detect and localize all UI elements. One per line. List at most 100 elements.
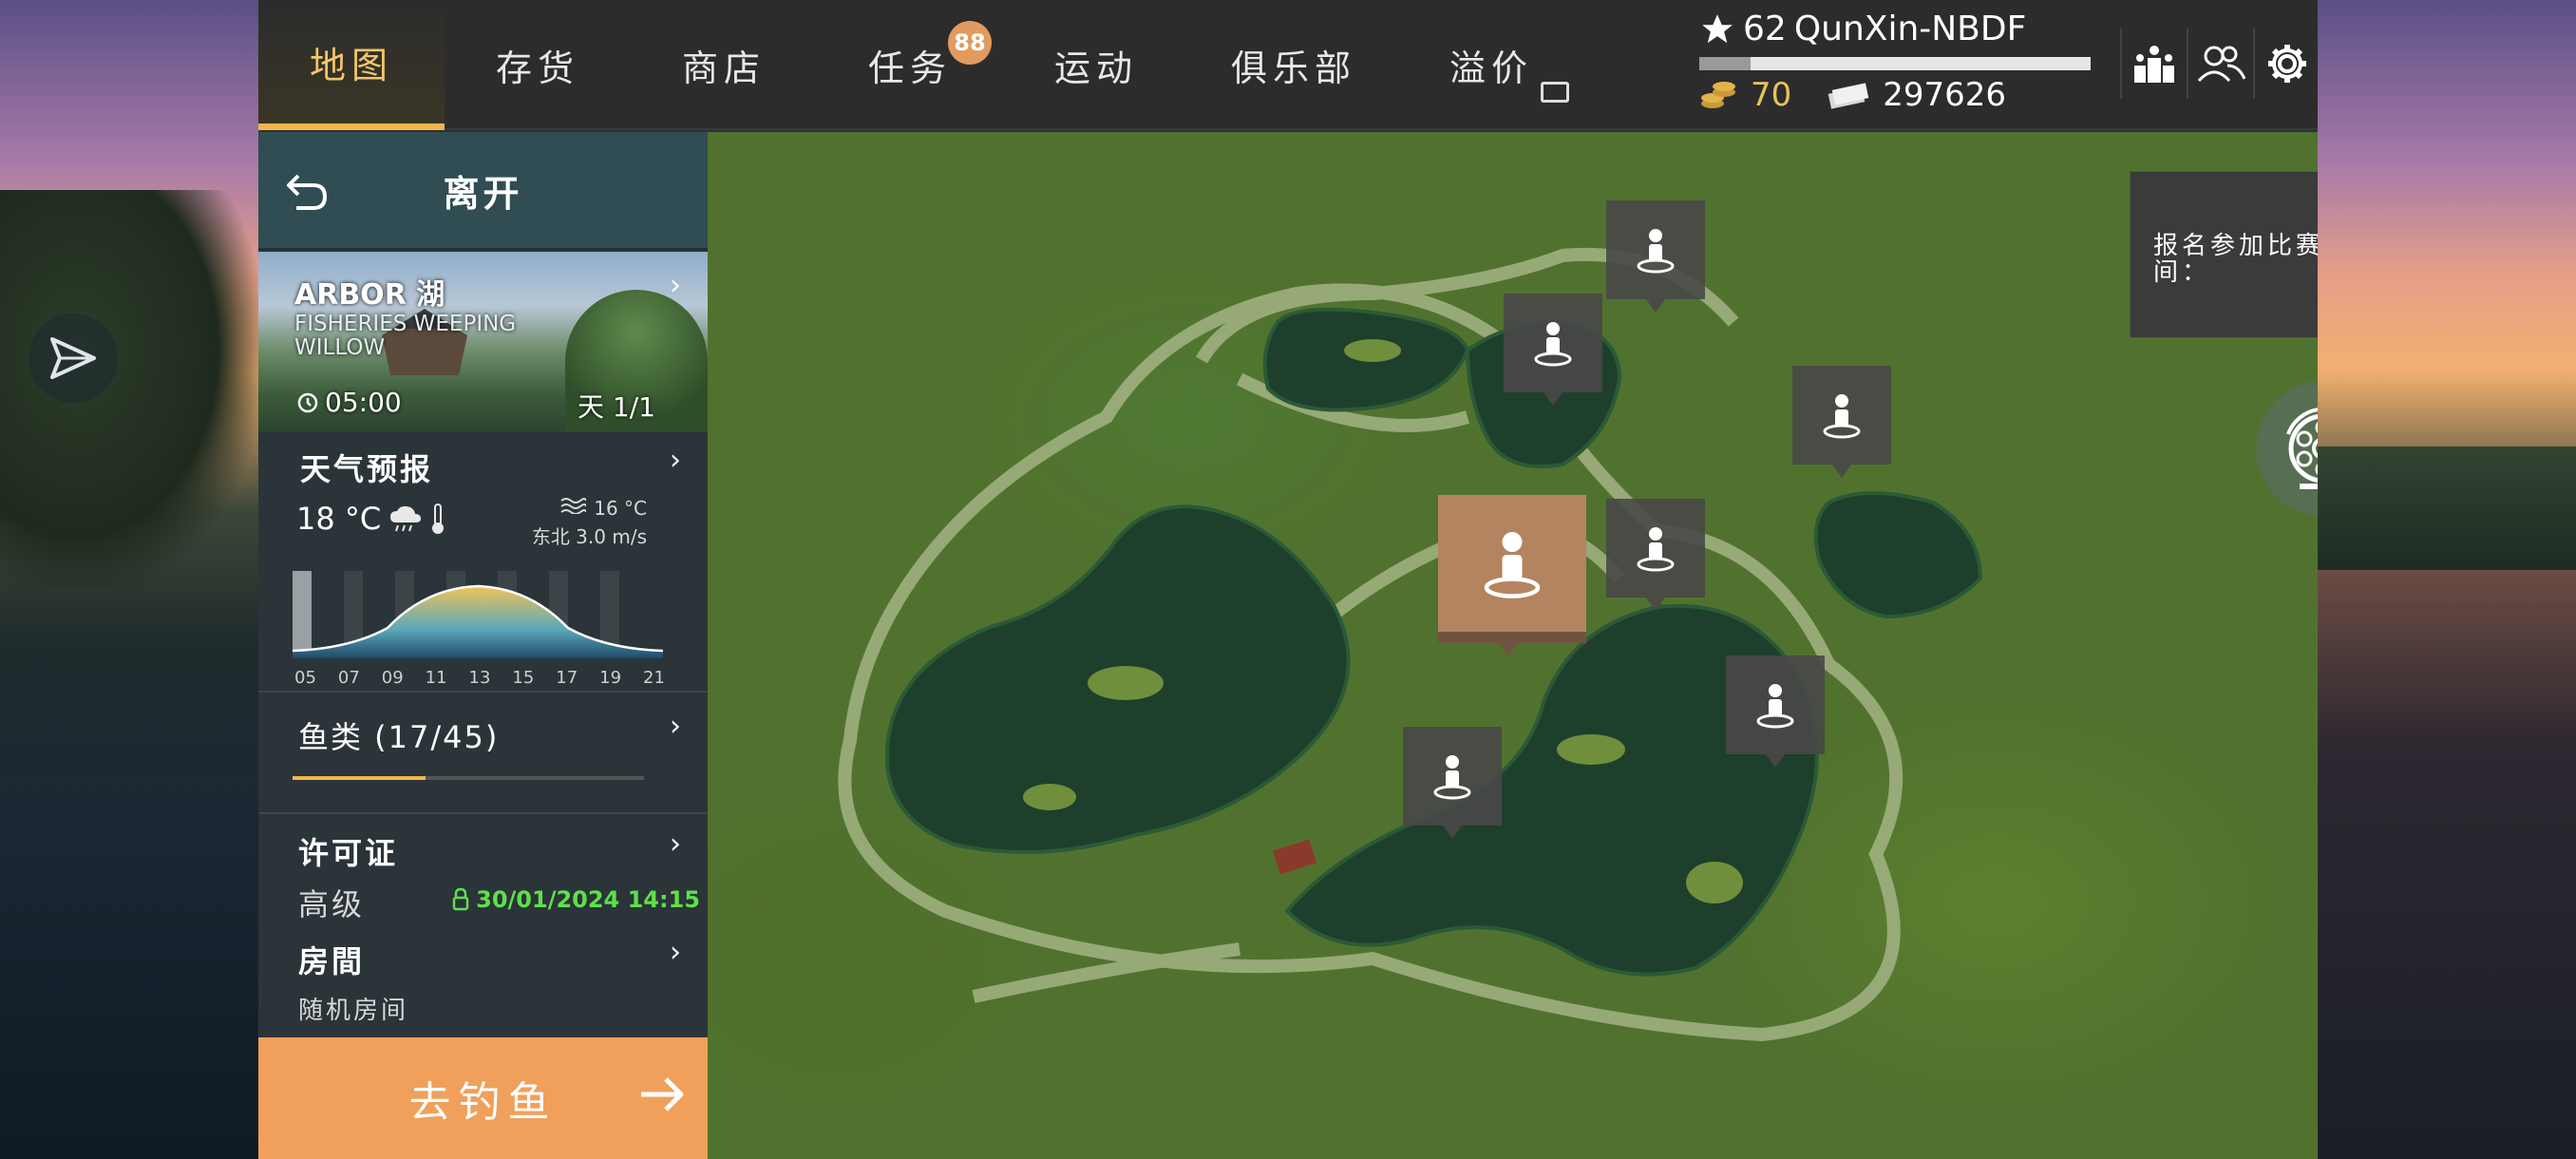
lake-time: 05:00: [296, 387, 402, 418]
license-expiry: 30/01/2024 14:15: [451, 886, 700, 913]
license-level: 高级: [298, 886, 366, 922]
water-temp-value: 16 °C: [594, 497, 647, 520]
selected-fishing-spot-marker[interactable]: [1438, 495, 1586, 656]
clock-icon: [297, 392, 318, 412]
tab-premium-label: 溢价: [1449, 48, 1533, 89]
cash-icon: [1828, 83, 1869, 109]
wind-info: 东北 3.0 m/s: [531, 525, 647, 548]
room-section[interactable]: 房間 › 随机房间: [258, 928, 708, 1033]
person-location-icon: [1484, 532, 1541, 598]
person-location-icon: [1823, 394, 1861, 439]
leaderboard-button[interactable]: [2120, 28, 2187, 99]
tab-sport[interactable]: 运动: [1003, 0, 1189, 130]
leaderboard-icon: [2134, 46, 2174, 83]
video-icon: [1541, 82, 1569, 103]
settings-button[interactable]: [2253, 28, 2320, 99]
go-fishing-button[interactable]: 去钓鱼: [258, 1037, 708, 1159]
daylight-temperature-graph: [293, 571, 663, 658]
air-temp-value: 18 °C: [296, 501, 382, 537]
leave-button[interactable]: 离开: [258, 132, 708, 250]
xp-progress-bar: [1699, 57, 2091, 70]
chevron-right-icon: ›: [670, 710, 681, 743]
chevron-right-icon: ›: [670, 827, 681, 861]
tab-premium[interactable]: 溢价: [1398, 0, 1584, 130]
chevron-right-icon: ›: [670, 936, 681, 969]
person-location-icon: [1534, 322, 1572, 367]
water-waves-icon: [560, 498, 587, 514]
lake-info-card[interactable]: ARBOR 湖 FISHERIES WEEPING WILLOW 05:00 天…: [258, 252, 708, 432]
fishing-spot-marker[interactable]: [1606, 499, 1705, 611]
license-expiry-date: 30/01/2024 14:15: [476, 886, 700, 913]
paper-plane-icon: [50, 337, 96, 379]
chevron-right-icon: ›: [670, 444, 681, 477]
person-location-icon: [1433, 755, 1471, 800]
coins-amount: 70: [1751, 76, 1792, 114]
license-title: 许可证: [298, 835, 399, 871]
license-section[interactable]: 许可证 › 高级 30/01/2024 14:15: [258, 816, 708, 936]
hour-label: 07: [337, 668, 360, 688]
weather-forecast-section[interactable]: 天气预报 › 18 °C 16 °C 东北 3.0 m/s 05 07 09 1…: [258, 434, 708, 693]
thermometer-icon: [432, 504, 445, 534]
water-temperature: 16 °C: [559, 497, 647, 520]
lake-day: 天 1/1: [578, 391, 655, 423]
hour-label: 13: [468, 668, 491, 688]
star-icon: [1702, 13, 1733, 43]
fish-species-label: 鱼类 (17/45): [298, 719, 500, 755]
person-location-icon: [1756, 684, 1794, 729]
lake-map[interactable]: 报名参加比赛时间：: [708, 132, 2318, 1159]
tab-sport-label: 运动: [1053, 48, 1138, 89]
background-water-right: [2318, 570, 2576, 1159]
hour-label: 17: [556, 668, 578, 688]
person-location-icon: [1637, 527, 1675, 572]
rain-cloud-icon: [390, 505, 422, 532]
go-fishing-label: 去钓鱼: [408, 1078, 558, 1127]
fish-species-section[interactable]: 鱼类 (17/45) ›: [258, 694, 708, 814]
tab-inventory-label: 存货: [495, 48, 579, 89]
tab-shop[interactable]: 商店: [631, 0, 817, 130]
side-navigate-button[interactable]: [28, 314, 118, 403]
forecast-hours: 05 07 09 11 13 15 17 19 21: [294, 668, 665, 688]
tab-shop-label: 商店: [681, 48, 766, 89]
fishing-spot-marker[interactable]: [1726, 656, 1825, 768]
room-title: 房間: [298, 943, 366, 979]
tab-club-label: 俱乐部: [1230, 48, 1356, 89]
tab-inventory[interactable]: 存货: [445, 0, 631, 130]
arrow-right-icon: [641, 1077, 684, 1112]
cash-amount: 297626: [1883, 76, 2007, 114]
tab-club[interactable]: 俱乐部: [1189, 0, 1398, 130]
tab-tasks-label: 任务: [867, 48, 952, 89]
player-level: 62: [1743, 10, 1787, 48]
weather-title: 天气预报: [300, 451, 434, 487]
hour-label: 21: [643, 668, 665, 688]
chevron-right-icon: ›: [670, 269, 681, 302]
xp-progress-fill: [1699, 57, 1751, 70]
leave-label: 离开: [443, 172, 523, 215]
player-name: QunXin-NBDF: [1793, 10, 2027, 48]
lake-subtitle: FISHERIES WEEPING WILLOW: [294, 312, 517, 360]
air-temperature: 18 °C: [296, 501, 445, 537]
fishing-spot-marker[interactable]: [1792, 366, 1891, 478]
competition-signup-banner[interactable]: 报名参加比赛时间：: [2130, 171, 2318, 338]
fishing-spot-marker[interactable]: [1606, 200, 1705, 313]
player-info: 62 QunXin-NBDF 70 297626: [1699, 10, 2108, 122]
tab-map-label: 地图: [309, 44, 393, 86]
top-nav-bar: 地图 存货 商店 任务 88 运动 俱乐部 溢价 62 QunXin-NBDF: [258, 0, 2318, 130]
lake-time-value: 05:00: [325, 387, 402, 418]
game-window: 地图 存货 商店 任务 88 运动 俱乐部 溢价 62 QunXin-NBDF: [258, 0, 2318, 1159]
coins-icon: [1701, 82, 1735, 108]
hour-label: 19: [599, 668, 622, 688]
hour-label: 05: [294, 668, 316, 688]
room-value: 随机房间: [298, 997, 409, 1025]
fish-progress-fill: [293, 776, 426, 780]
fishing-spot-marker[interactable]: [1504, 294, 1602, 406]
settings-gear-icon: [2268, 45, 2306, 83]
tab-map[interactable]: 地图: [258, 0, 445, 130]
background-trees-left: [0, 190, 258, 589]
lock-icon: [452, 887, 469, 911]
fishing-spot-marker[interactable]: [1403, 727, 1502, 839]
fish-progress-bar: [293, 776, 644, 780]
tasks-count-badge: 88: [948, 21, 992, 65]
person-location-icon: [1637, 229, 1675, 274]
friends-button[interactable]: [2187, 28, 2253, 99]
tab-tasks[interactable]: 任务 88: [817, 0, 1003, 130]
